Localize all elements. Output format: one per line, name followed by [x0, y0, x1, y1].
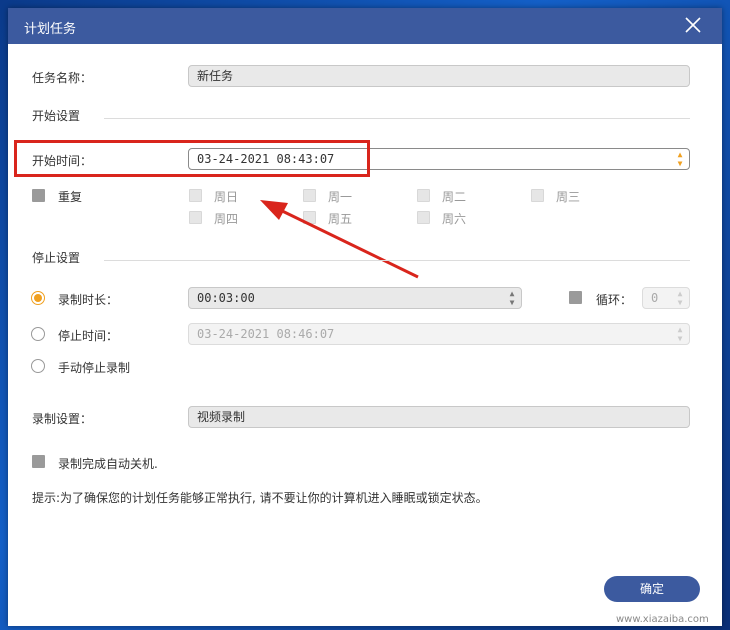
duration-input[interactable]: 00:03:00 ▲ ▼ — [188, 287, 522, 309]
weekday-checkbox-wed[interactable] — [531, 189, 544, 202]
loop-value: 0 — [651, 291, 659, 305]
ok-button[interactable]: 确定 — [604, 576, 700, 602]
weekday-label: 周二 — [442, 190, 467, 204]
record-settings-label: 录制设置： — [32, 412, 93, 426]
weekday-label: 周六 — [442, 212, 467, 226]
duration-radio[interactable] — [31, 291, 45, 305]
weekday-label: 周日 — [214, 190, 239, 204]
loop-checkbox[interactable] — [569, 291, 582, 304]
dialog-title: 计划任务 — [24, 22, 77, 37]
spinner-icon[interactable]: ▲ ▼ — [675, 150, 685, 168]
repeat-label: 重复 — [58, 190, 83, 204]
weekday-label: 周四 — [214, 212, 239, 226]
weekday-label: 周三 — [556, 190, 581, 204]
stop-time-radio[interactable] — [31, 327, 45, 341]
spinner-icon[interactable]: ▲ ▼ — [675, 289, 685, 307]
annotation-arrow — [260, 200, 419, 279]
stop-section-heading: 停止设置 — [32, 251, 81, 265]
stop-time-input[interactable]: 03-24-2021 08:46:07 ▲ ▼ — [188, 323, 690, 345]
repeat-checkbox[interactable] — [32, 189, 45, 202]
tip-text: 提示:为了确保您的计划任务能够正常执行, 请不要让你的计算机进入睡眠或锁定状态。 — [32, 491, 488, 505]
weekday-checkbox-thu[interactable] — [189, 211, 202, 224]
duration-value: 00:03:00 — [197, 291, 255, 305]
duration-label: 录制时长： — [58, 293, 119, 307]
manual-stop-label: 手动停止录制 — [58, 361, 131, 375]
dialog-titlebar: 计划任务 — [8, 8, 722, 44]
task-name-label: 任务名称： — [32, 71, 93, 85]
weekday-checkbox-sun[interactable] — [189, 189, 202, 202]
auto-shutdown-checkbox[interactable] — [32, 455, 45, 468]
loop-label: 循环： — [596, 293, 633, 307]
manual-stop-radio[interactable] — [31, 359, 45, 373]
spinner-icon[interactable]: ▲ ▼ — [675, 325, 685, 343]
record-settings-input[interactable]: 视频录制 — [188, 406, 690, 428]
divider — [104, 118, 690, 119]
schedule-task-dialog: 计划任务 任务名称： 新任务 开始设置 开始时间： 03-24-2021 08:… — [8, 8, 722, 626]
auto-shutdown-label: 录制完成自动关机. — [58, 457, 158, 471]
start-section-heading: 开始设置 — [32, 109, 81, 123]
divider — [104, 260, 690, 261]
task-name-input[interactable]: 新任务 — [188, 65, 690, 87]
annotation-highlight-box — [14, 140, 370, 177]
close-icon[interactable] — [684, 16, 702, 34]
stop-time-label: 停止时间： — [58, 329, 119, 343]
loop-input[interactable]: 0 ▲ ▼ — [642, 287, 690, 309]
spinner-icon[interactable]: ▲ ▼ — [507, 289, 517, 307]
stop-time-value: 03-24-2021 08:46:07 — [197, 327, 335, 341]
watermark-text: www.xiazaiba.com — [616, 614, 709, 625]
